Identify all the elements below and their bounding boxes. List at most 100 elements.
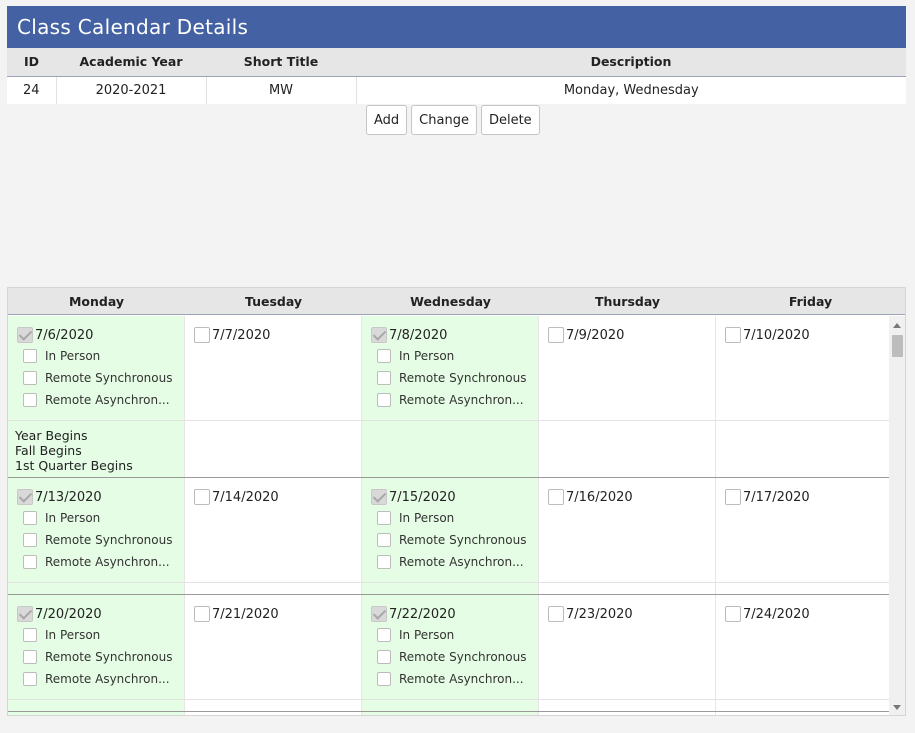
cell-description: Monday, Wednesday: [356, 76, 906, 104]
option-checkbox[interactable]: [377, 555, 391, 569]
option-checkbox[interactable]: [23, 511, 37, 525]
delete-button[interactable]: Delete: [480, 105, 540, 135]
calendar-week: 7/6/2020 In Person Remote Synchronous Remot…: [8, 316, 891, 478]
delivery-option[interactable]: In Person: [371, 624, 538, 646]
day-date: 7/20/2020: [35, 606, 102, 622]
vertical-scrollbar[interactable]: [889, 316, 905, 715]
day-notes: [539, 582, 715, 594]
calendar-day[interactable]: [716, 712, 891, 715]
calendar-day[interactable]: 7/9/2020: [539, 316, 716, 477]
delivery-option[interactable]: Remote Synchronous: [371, 367, 538, 389]
day-checkbox[interactable]: [548, 489, 564, 505]
day-checkbox[interactable]: [194, 327, 210, 343]
calendar-day[interactable]: 7/8/2020 In Person Remote Synchronous Remot…: [362, 316, 539, 477]
calendar-day[interactable]: 7/10/2020: [716, 316, 891, 477]
option-checkbox[interactable]: [23, 371, 37, 385]
calendar-grid: Monday Tuesday Wednesday Thursday Friday…: [7, 287, 906, 716]
option-checkbox[interactable]: [377, 371, 391, 385]
option-checkbox[interactable]: [23, 555, 37, 569]
calendar-day[interactable]: 7/16/2020: [539, 478, 716, 594]
option-checkbox[interactable]: [377, 650, 391, 664]
cell-academic-year: 2020-2021: [56, 76, 207, 104]
calendar-day[interactable]: 7/20/2020 In Person Remote Synchronous Remo…: [8, 595, 185, 711]
option-label: Remote Asynchron...: [399, 672, 524, 686]
day-cell-top: 7/13/2020 In Person Remote Synchronous Remo…: [8, 478, 184, 582]
option-checkbox[interactable]: [23, 672, 37, 686]
day-checkbox[interactable]: [725, 606, 741, 622]
day-notes: [362, 582, 538, 594]
delivery-option[interactable]: Remote Asynchron...: [371, 551, 538, 573]
day-cell-top: 7/24/2020: [716, 595, 891, 699]
day-checkbox[interactable]: [194, 489, 210, 505]
calendar-day[interactable]: 7/6/2020 In Person Remote Synchronous Remot…: [8, 316, 185, 477]
calendar-day[interactable]: 7/24/2020: [716, 595, 891, 711]
delivery-option[interactable]: In Person: [371, 507, 538, 529]
option-label: In Person: [399, 628, 455, 642]
scroll-thumb[interactable]: [892, 335, 903, 357]
day-checkbox[interactable]: [17, 606, 33, 622]
option-label: Remote Synchronous: [45, 371, 173, 385]
calendar-day[interactable]: 7/7/2020: [185, 316, 362, 477]
calendar-day[interactable]: [362, 712, 539, 715]
option-checkbox[interactable]: [377, 393, 391, 407]
day-checkbox[interactable]: [17, 489, 33, 505]
calendar-day[interactable]: 7/17/2020: [716, 478, 891, 594]
change-button[interactable]: Change: [411, 105, 477, 135]
delivery-option[interactable]: Remote Asynchron...: [371, 668, 538, 690]
calendar-day[interactable]: [539, 712, 716, 715]
calendar-day[interactable]: 7/15/2020 In Person Remote Synchronous Remo…: [362, 478, 539, 594]
option-checkbox[interactable]: [377, 349, 391, 363]
option-label: Remote Synchronous: [399, 533, 527, 547]
delivery-option[interactable]: Remote Asynchron...: [17, 668, 184, 690]
delivery-option[interactable]: Remote Synchronous: [17, 367, 184, 389]
table-row[interactable]: 24 2020-2021 MW Monday, Wednesday: [7, 76, 906, 104]
delivery-option[interactable]: Remote Synchronous: [17, 529, 184, 551]
day-date: 7/17/2020: [743, 489, 810, 505]
option-checkbox[interactable]: [23, 393, 37, 407]
delivery-option[interactable]: Remote Synchronous: [17, 646, 184, 668]
day-checkbox[interactable]: [194, 606, 210, 622]
calendar-day[interactable]: [8, 712, 185, 715]
add-button[interactable]: Add: [366, 105, 408, 135]
option-checkbox[interactable]: [377, 672, 391, 686]
day-checkbox[interactable]: [548, 606, 564, 622]
delivery-option[interactable]: In Person: [17, 507, 184, 529]
delivery-option[interactable]: In Person: [371, 345, 538, 367]
delivery-option[interactable]: Remote Asynchron...: [17, 551, 184, 573]
delivery-option[interactable]: Remote Synchronous: [371, 646, 538, 668]
calendar-day[interactable]: 7/23/2020: [539, 595, 716, 711]
day-checkbox[interactable]: [725, 489, 741, 505]
delivery-option[interactable]: Remote Synchronous: [371, 529, 538, 551]
delivery-option[interactable]: In Person: [17, 345, 184, 367]
day-checkbox[interactable]: [17, 327, 33, 343]
option-checkbox[interactable]: [377, 511, 391, 525]
day-checkbox[interactable]: [371, 606, 387, 622]
delivery-option[interactable]: Remote Asynchron...: [371, 389, 538, 411]
option-checkbox[interactable]: [377, 533, 391, 547]
day-cell-top: 7/23/2020: [539, 595, 715, 699]
option-checkbox[interactable]: [23, 650, 37, 664]
day-checkbox[interactable]: [371, 327, 387, 343]
option-checkbox[interactable]: [377, 628, 391, 642]
calendar-day[interactable]: 7/21/2020: [185, 595, 362, 711]
delivery-option[interactable]: Remote Asynchron...: [17, 389, 184, 411]
day-cell-top: 7/22/2020 In Person Remote Synchronous Remo…: [362, 595, 538, 699]
option-checkbox[interactable]: [23, 628, 37, 642]
day-checkbox[interactable]: [371, 489, 387, 505]
calendar-day[interactable]: 7/13/2020 In Person Remote Synchronous Remo…: [8, 478, 185, 594]
day-notes: [716, 420, 891, 477]
day-date: 7/23/2020: [566, 606, 633, 622]
scroll-down-icon[interactable]: [893, 705, 901, 710]
header-friday: Friday: [788, 294, 833, 309]
option-checkbox[interactable]: [23, 533, 37, 547]
day-note: Fall Begins: [15, 443, 82, 458]
option-label: Remote Asynchron...: [45, 393, 170, 407]
option-checkbox[interactable]: [23, 349, 37, 363]
scroll-up-icon[interactable]: [893, 323, 901, 328]
calendar-day[interactable]: [185, 712, 362, 715]
day-checkbox[interactable]: [725, 327, 741, 343]
calendar-day[interactable]: 7/22/2020 In Person Remote Synchronous Remo…: [362, 595, 539, 711]
day-checkbox[interactable]: [548, 327, 564, 343]
calendar-day[interactable]: 7/14/2020: [185, 478, 362, 594]
delivery-option[interactable]: In Person: [17, 624, 184, 646]
